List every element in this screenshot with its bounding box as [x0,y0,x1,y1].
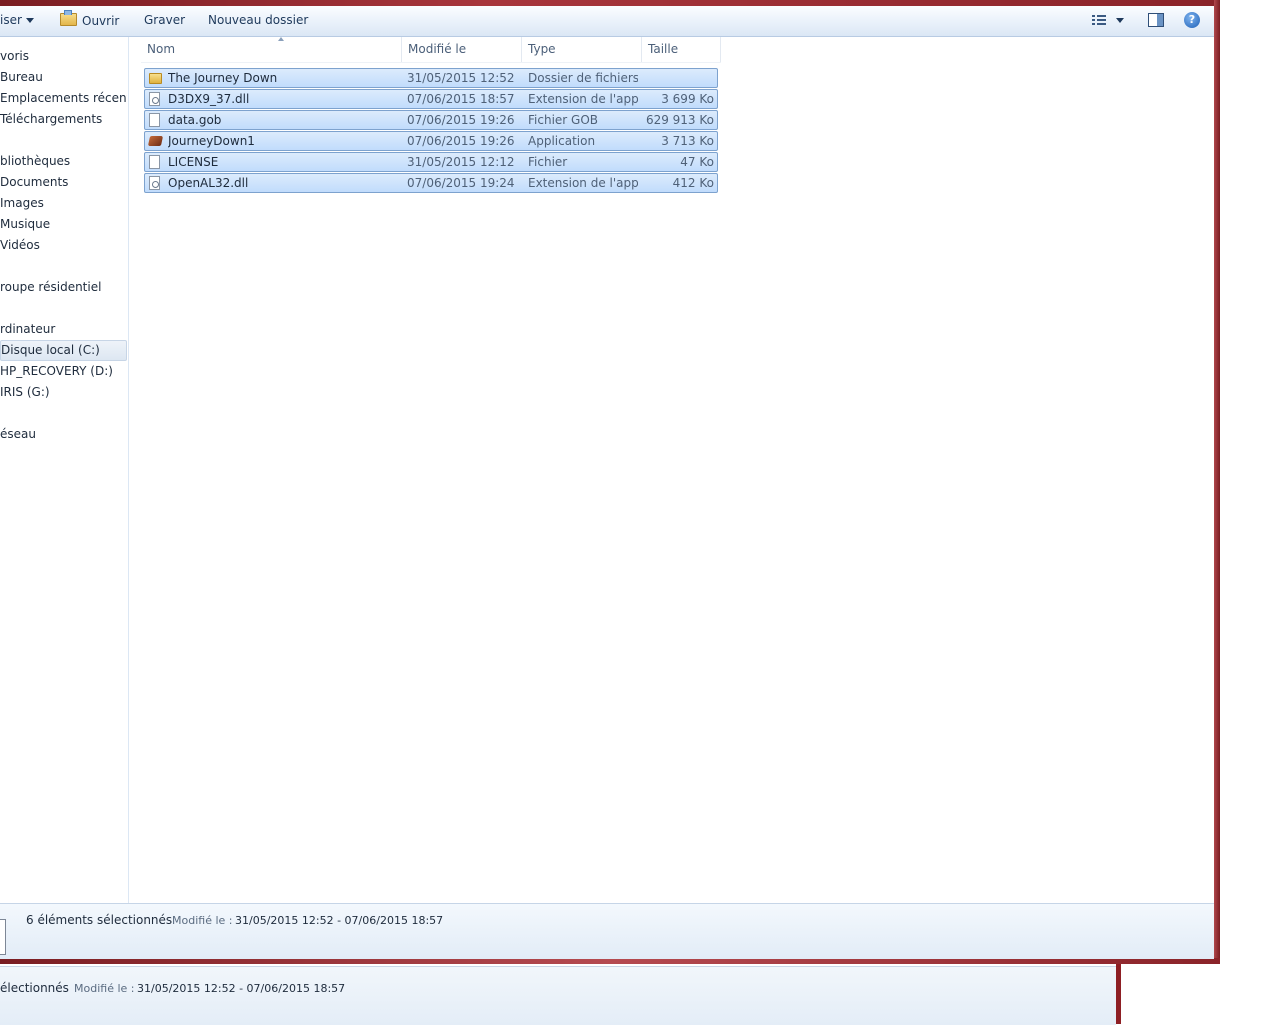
dll-file-icon [149,176,160,190]
open-button[interactable]: Ouvrir [60,10,120,28]
nav-item-recent-places[interactable]: Emplacements récents [0,88,127,109]
window-frame-right[interactable] [1214,0,1220,964]
column-header-size[interactable]: Taille [642,37,721,62]
help-button[interactable]: ? [1184,12,1200,28]
file-row[interactable]: D3DX9_37.dll 07/06/2015 18:57 Extension … [144,89,718,109]
file-size: 629 913 Ko [645,113,714,127]
dll-file-icon [149,92,160,106]
sort-ascending-icon [278,37,284,41]
column-header-modified-label: Modifié le [408,42,467,56]
chevron-down-icon [25,18,34,23]
column-header-name-label: Nom [147,42,176,56]
file-row[interactable]: data.gob 07/06/2015 19:26 Fichier GOB 62… [144,110,718,130]
nav-item-local-disk-c[interactable]: Disque local (C:) [0,340,127,361]
change-view-button[interactable] [1092,14,1128,30]
file-name: data.gob [168,113,222,127]
file-type: Fichier GOB [528,113,599,127]
file-name: OpenAL32.dll [168,176,249,190]
column-header-type[interactable]: Type [522,37,642,62]
column-header-size-label: Taille [648,42,679,56]
background-selection-count: électionnés [0,981,69,995]
file-size: 3 713 Ko [661,134,714,148]
file-row[interactable]: OpenAL32.dll 07/06/2015 19:24 Extension … [144,173,718,193]
command-bar: iser Ouvrir Graver Nouveau dossier ? [0,6,1214,37]
organize-label: iser [0,13,22,27]
column-header-type-label: Type [528,42,556,56]
nav-item-favorites[interactable]: voris [0,46,127,67]
column-header-modified[interactable]: Modifié le [402,37,522,62]
nav-item-computer[interactable]: rdinateur [0,319,127,340]
nav-item-hp-recovery-d[interactable]: HP_RECOVERY (D:) [0,361,127,382]
file-modified: 07/06/2015 18:57 [407,92,515,106]
nav-item-homegroup[interactable]: roupe résidentiel [0,277,127,298]
file-row[interactable]: LICENSE 31/05/2015 12:12 Fichier 47 Ko [144,152,718,172]
file-icon [149,155,160,169]
file-name: The Journey Down [168,71,278,85]
new-folder-button[interactable]: Nouveau dossier [208,13,308,27]
explorer-window: iser Ouvrir Graver Nouveau dossier ? vor… [0,0,1220,964]
nav-item-downloads[interactable]: Téléchargements [0,109,127,130]
selection-count: 6 éléments sélectionnés [26,913,173,927]
file-type: Fichier [528,155,568,169]
open-label: Ouvrir [82,14,120,28]
modified-label: Modifié le : [172,914,233,927]
navigation-pane: voris Bureau Emplacements récents Téléch… [0,37,129,903]
organize-menu-button[interactable]: iser [0,13,34,27]
file-size: 412 Ko [672,176,714,190]
open-folder-icon [60,10,77,26]
selection-thumbnail-icon [0,919,6,955]
file-modified: 07/06/2015 19:26 [407,113,515,127]
file-type: Application [528,134,596,148]
file-row[interactable]: JourneyDown1 07/06/2015 19:26 Applicatio… [144,131,718,151]
new-folder-label: Nouveau dossier [208,13,309,27]
file-size: 3 699 Ko [661,92,714,106]
file-icon [149,113,160,127]
file-name: LICENSE [168,155,219,169]
modified-range: 31/05/2015 12:52 - 07/06/2015 18:57 [235,914,444,927]
nav-item-videos[interactable]: Vidéos [0,235,127,256]
file-modified: 07/06/2015 19:26 [407,134,515,148]
file-name: D3DX9_37.dll [168,92,250,106]
burn-label: Graver [144,13,186,27]
file-list-pane: Nom Modifié le Type Taille The Journey D… [129,37,1214,903]
background-status-bar: électionnés Modifié le : 31/05/2015 12:5… [0,966,1116,1025]
folder-icon [149,73,162,84]
nav-item-network[interactable]: éseau [0,424,127,445]
application-icon [147,136,164,146]
file-size: 47 Ko [680,155,714,169]
nav-item-images[interactable]: Images [0,193,127,214]
file-type: Extension de l'app... [528,176,638,190]
nav-item-music[interactable]: Musique [0,214,127,235]
file-list: The Journey Down 31/05/2015 12:52 Dossie… [144,68,718,194]
file-modified: 07/06/2015 19:24 [407,176,515,190]
details-view-icon [1092,15,1106,27]
preview-pane-button[interactable] [1148,13,1164,27]
file-modified: 31/05/2015 12:12 [407,155,515,169]
background-modified-label: Modifié le : [74,982,135,995]
file-size [635,69,714,87]
burn-button[interactable]: Graver [144,13,185,27]
file-name: JourneyDown1 [168,134,255,148]
file-row[interactable]: The Journey Down 31/05/2015 12:52 Dossie… [144,68,718,88]
chevron-down-icon [1116,18,1124,23]
nav-item-iris-g[interactable]: IRIS (G:) [0,382,127,403]
file-type: Extension de l'app... [528,92,638,106]
file-modified: 31/05/2015 12:52 [407,71,515,85]
nav-item-libraries[interactable]: bliothèques [0,151,127,172]
details-status-bar: 6 éléments sélectionnés Modifié le : 31/… [0,903,1214,959]
header-divider [141,62,721,63]
background-window-frame [1116,960,1121,1024]
file-type: Dossier de fichiers [528,71,638,85]
background-modified-range: 31/05/2015 12:52 - 07/06/2015 18:57 [137,982,346,995]
nav-item-desktop[interactable]: Bureau [0,67,127,88]
column-header-name[interactable]: Nom [141,37,402,62]
nav-item-documents[interactable]: Documents [0,172,127,193]
